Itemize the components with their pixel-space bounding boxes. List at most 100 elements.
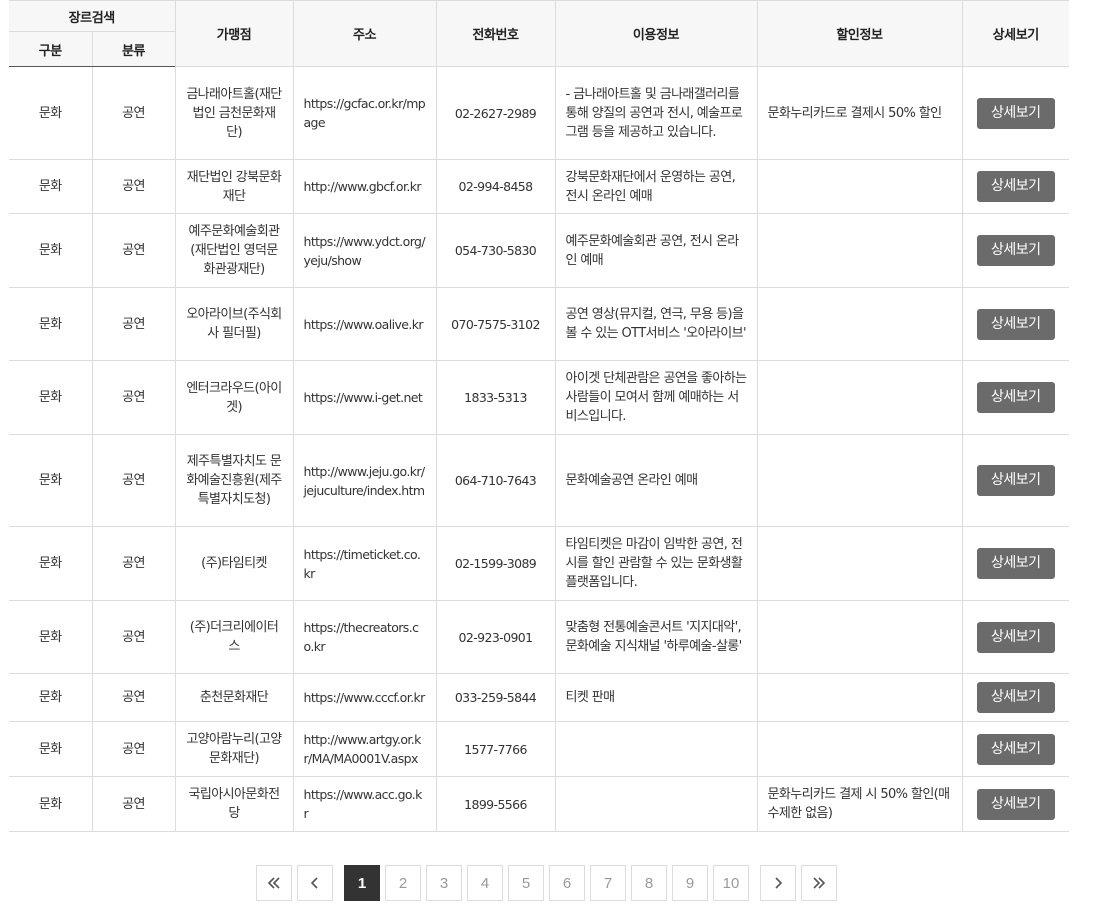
detail-button[interactable]: 상세보기 [976,548,1055,579]
last-page-button[interactable] [801,865,837,901]
category-cell: 문화 [9,287,93,361]
prev-page-button[interactable] [297,865,333,901]
classification-cell: 공연 [91,434,176,527]
store-header: 가맹점 [174,0,294,67]
address-cell: https://www.ydct.org/yeju/show [292,213,437,288]
address-header: 주소 [292,0,437,67]
phone-cell: 02-994-8458 [435,159,556,214]
classification-cell: 공연 [91,360,176,435]
next-page-button[interactable] [760,865,796,901]
detail-button[interactable]: 상세보기 [976,308,1055,340]
detail-button[interactable]: 상세보기 [976,733,1055,765]
detail-button[interactable]: 상세보기 [976,382,1055,413]
store-name-cell: 제주특별자치도 문화예술진흥원(제주특별자치도청) [174,434,294,527]
category-cell: 문화 [9,66,93,160]
store-name-cell: 고양아람누리(고양문화재단) [174,721,294,777]
address-cell: https://www.oalive.kr [292,287,437,361]
table-row: 문화 공연 (주)타임티켓 https://timeticket.co.kr 02-15… [9,526,1069,601]
table-row: 문화 공연 재단법인 강북문화재단 http://www.gbcf.or.kr 02-9… [9,159,1069,214]
detail-button[interactable]: 상세보기 [976,97,1055,129]
page-3-button[interactable]: 3 [426,865,462,901]
table-row: 문화 공연 (주)더크리에이터스 https://thecreators.co.kr 0… [9,600,1069,674]
page-2-button[interactable]: 2 [385,865,421,901]
discount-info-cell [756,721,963,777]
chevron-right-icon [775,877,783,889]
category-cell: 문화 [9,776,93,832]
phone-cell: 054-730-5830 [435,213,556,288]
table-row: 문화 공연 엔터크라우드(아이겟) https://www.i-get.net 1833… [9,360,1069,435]
classification-cell: 공연 [91,673,176,722]
usage-info-cell: 맞춤형 전통예술콘서트 '지지대악', 문화예술 지식채널 '하루예술-살롱' [554,600,758,674]
discount-info-cell [756,360,963,435]
discount-info-cell [756,673,963,722]
discount-info-cell: 문화누리카드로 결제시 50% 할인 [756,66,963,160]
category-cell: 문화 [9,721,93,777]
phone-cell: 064-710-7643 [435,434,556,527]
table-row: 문화 공연 고양아람누리(고양문화재단) http://www.artgy.or.kr… [9,721,1069,777]
table-row: 문화 공연 오아라이브(주식회사 필더필) https://www.oalive.kr… [9,287,1069,361]
page-number-list: 1 2 3 4 5 6 7 8 9 10 [344,865,749,901]
detail-button[interactable]: 상세보기 [976,235,1055,266]
detail-cell: 상세보기 [961,776,1069,832]
page-9-button[interactable]: 9 [672,865,708,901]
detail-header: 상세보기 [961,0,1069,67]
phone-cell: 1899-5566 [435,776,556,832]
page-5-button[interactable]: 5 [508,865,544,901]
classification-cell: 공연 [91,721,176,777]
classification-cell: 공연 [91,159,176,214]
table-row: 문화 공연 국립아시아문화전당 https://www.acc.go.kr 1899-5… [9,776,1069,832]
page-10-button[interactable]: 10 [713,865,749,901]
page-8-button[interactable]: 8 [631,865,667,901]
usage-info-cell: 강북문화재단에서 운영하는 공연, 전시 온라인 예매 [554,159,758,214]
usage-info-cell: 문화예술공연 온라인 예매 [554,434,758,527]
store-name-cell: (주)타임티켓 [174,526,294,601]
detail-button[interactable]: 상세보기 [976,621,1055,653]
discount-info-cell [756,287,963,361]
detail-cell: 상세보기 [961,721,1069,777]
detail-cell: 상세보기 [961,360,1069,435]
classification-cell: 공연 [91,287,176,361]
store-name-cell: 춘천문화재단 [174,673,294,722]
discount-info-cell [756,600,963,674]
phone-cell: 033-259-5844 [435,673,556,722]
page-4-button[interactable]: 4 [467,865,503,901]
detail-button[interactable]: 상세보기 [976,465,1055,496]
category-cell: 문화 [9,600,93,674]
category-header: 구분 [9,31,93,67]
category-cell: 문화 [9,360,93,435]
detail-cell: 상세보기 [961,159,1069,214]
store-name-cell: 금나래아트홀(재단법인 금천문화재단) [174,66,294,160]
detail-cell: 상세보기 [961,673,1069,722]
double-chevron-left-icon [267,877,280,889]
category-cell: 문화 [9,159,93,214]
address-cell: https://gcfac.or.kr/mpage [292,66,437,160]
store-name-cell: 재단법인 강북문화재단 [174,159,294,214]
category-cell: 문화 [9,673,93,722]
detail-button[interactable]: 상세보기 [976,788,1055,820]
page-6-button[interactable]: 6 [549,865,585,901]
discount-info-header: 할인정보 [756,0,963,67]
detail-button[interactable]: 상세보기 [976,682,1055,713]
genre-search-header: 장르검색 [9,0,176,32]
first-page-button[interactable] [256,865,292,901]
usage-info-cell: 티켓 판매 [554,673,758,722]
discount-info-cell: 문화누리카드 결제 시 50% 할인(매수제한 없음) [756,776,963,832]
address-cell: https://www.acc.go.kr [292,776,437,832]
address-cell: https://www.i-get.net [292,360,437,435]
discount-info-cell [756,434,963,527]
address-cell: http://www.gbcf.or.kr [292,159,437,214]
page-7-button[interactable]: 7 [590,865,626,901]
store-name-cell: 엔터크라우드(아이겟) [174,360,294,435]
discount-info-cell [756,213,963,288]
table-row: 문화 공연 춘천문화재단 https://www.cccf.or.kr 033-259-… [9,673,1069,722]
detail-cell: 상세보기 [961,600,1069,674]
usage-info-cell: 아이겟 단체관람은 공연을 좋아하는 사람들이 모여서 함께 예매하는 서비스입… [554,360,758,435]
usage-info-cell: - 금나래아트홀 및 금나래갤러리를 통해 양질의 공연과 전시, 예술프로그램… [554,66,758,160]
detail-button[interactable]: 상세보기 [976,171,1055,202]
classification-cell: 공연 [91,213,176,288]
address-cell: https://www.cccf.or.kr [292,673,437,722]
store-name-cell: 오아라이브(주식회사 필더필) [174,287,294,361]
usage-info-header: 이용정보 [554,0,758,67]
page-1-button[interactable]: 1 [344,865,380,901]
table-row: 문화 공연 예주문화예술회관(재단법인 영덕문화관광재단) https://www.y… [9,213,1069,288]
